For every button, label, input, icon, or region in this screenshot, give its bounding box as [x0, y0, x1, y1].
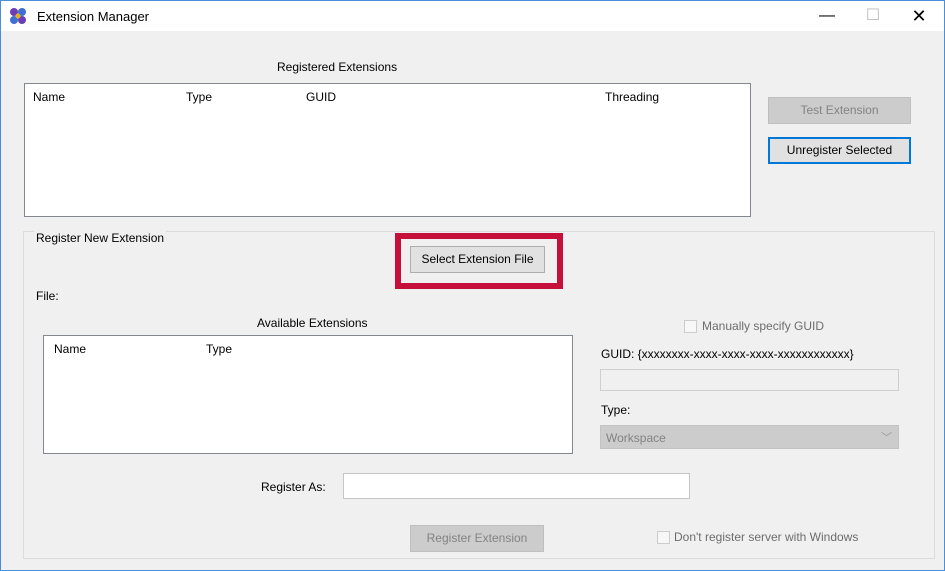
- manually-specify-guid-checkbox[interactable]: [684, 320, 697, 333]
- register-as-label: Register As:: [261, 480, 326, 494]
- available-extensions-title: Available Extensions: [257, 316, 368, 330]
- file-label: File:: [36, 289, 59, 303]
- maximize-button[interactable]: ☐: [850, 1, 896, 31]
- column-header-threading[interactable]: Threading: [605, 90, 659, 104]
- registered-extensions-list[interactable]: Name Type GUID Threading: [24, 83, 751, 217]
- guid-label: GUID: {xxxxxxxx-xxxx-xxxx-xxxx-xxxxxxxxx…: [601, 347, 854, 361]
- register-as-input[interactable]: [343, 473, 690, 499]
- chevron-down-icon: ﹀: [881, 432, 892, 444]
- highlight-box: [395, 233, 563, 289]
- guid-input[interactable]: [600, 369, 899, 391]
- extension-manager-window: Extension Manager — ☐ ✕ Registered Exten…: [0, 0, 945, 571]
- manually-specify-guid-label: Manually specify GUID: [702, 319, 825, 333]
- app-icon: [10, 8, 26, 24]
- type-select[interactable]: Workspace ﹀: [600, 425, 899, 449]
- close-button[interactable]: ✕: [896, 1, 942, 31]
- unregister-selected-button[interactable]: Unregister Selected: [768, 137, 911, 164]
- minimize-button[interactable]: —: [804, 1, 850, 31]
- available-extensions-list[interactable]: Name Type: [43, 335, 573, 454]
- register-new-extension-title: Register New Extension: [34, 231, 167, 245]
- window-title: Extension Manager: [37, 9, 150, 24]
- available-column-header-type[interactable]: Type: [206, 342, 232, 356]
- column-header-guid[interactable]: GUID: [306, 90, 336, 104]
- dont-register-server-checkbox[interactable]: [657, 531, 670, 544]
- registered-extensions-title: Registered Extensions: [277, 60, 398, 74]
- column-header-name[interactable]: Name: [33, 90, 65, 104]
- dont-register-server-label: Don't register server with Windows: [674, 530, 859, 544]
- column-header-type[interactable]: Type: [186, 90, 212, 104]
- type-label: Type:: [601, 403, 631, 417]
- type-select-value: Workspace: [606, 431, 666, 445]
- test-extension-button[interactable]: Test Extension: [768, 97, 911, 124]
- title-bar: Extension Manager — ☐ ✕: [1, 1, 944, 31]
- register-extension-button[interactable]: Register Extension: [410, 525, 544, 552]
- available-column-header-name[interactable]: Name: [54, 342, 86, 356]
